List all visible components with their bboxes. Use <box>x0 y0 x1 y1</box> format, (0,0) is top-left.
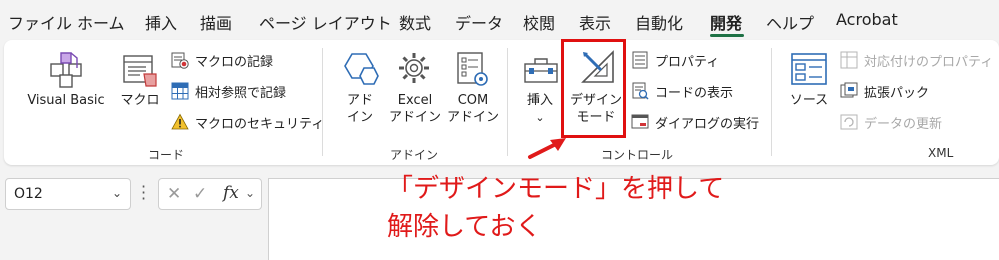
group-divider <box>771 48 772 156</box>
tab-view[interactable]: 表示 <box>579 10 611 34</box>
run-dialog-label: ダイアログの実行 <box>655 116 760 132</box>
chevron-down-icon[interactable]: ⌄ <box>112 186 122 200</box>
expansion-packs-button[interactable]: 拡張パック <box>840 80 929 102</box>
expansion-packs-icon <box>840 82 858 98</box>
insert-control-label: 挿入 <box>526 93 553 108</box>
design-mode-highlight <box>561 39 626 138</box>
group-label-addins: アドイン <box>390 148 439 162</box>
visual-basic-button[interactable]: Visual Basic <box>18 92 114 109</box>
chevron-down-icon[interactable]: ⌄ <box>245 186 255 200</box>
group-divider <box>507 48 508 156</box>
tab-developer[interactable]: 開発 <box>710 10 742 34</box>
tab-automate[interactable]: 自動化 <box>635 10 683 34</box>
visual-basic-label: Visual Basic <box>27 93 105 108</box>
refresh-data-label: データの更新 <box>864 116 943 132</box>
relative-reference-label: 相対参照で記録 <box>195 85 287 101</box>
group-label-code: コード <box>148 148 185 162</box>
view-code-button[interactable]: コードの表示 <box>631 80 733 102</box>
macro-icon <box>123 55 157 87</box>
xml-source-icon <box>791 53 827 85</box>
record-macro-label: マクロの記録 <box>195 54 274 70</box>
tab-help[interactable]: ヘルプ <box>766 10 814 34</box>
refresh-data-icon <box>840 114 858 130</box>
record-macro-icon <box>171 52 189 69</box>
map-properties-label: 対応付けのプロパティ <box>864 54 994 70</box>
name-box[interactable]: O12 ⌄ <box>5 178 131 210</box>
tab-review[interactable]: 校閲 <box>523 10 555 34</box>
relative-reference-button[interactable]: 相対参照で記録 <box>171 80 286 102</box>
macro-button[interactable]: マクロ <box>116 92 164 109</box>
more-options-icon[interactable]: · · · <box>141 179 146 207</box>
macro-security-label: マクロのセキュリティ <box>195 116 325 132</box>
tab-draw[interactable]: 描画 <box>200 10 232 34</box>
toolbox-icon <box>524 58 558 83</box>
annotation-arrow-icon <box>528 138 566 159</box>
formula-buttons: ✕ ✓ fx ⌄ <box>158 178 262 210</box>
tab-acrobat[interactable]: Acrobat <box>836 10 898 29</box>
expansion-packs-label: 拡張パック <box>864 85 930 101</box>
insert-control-button[interactable]: 挿入 ⌄ <box>520 92 560 126</box>
com-addin-icon <box>457 52 488 86</box>
addin-button[interactable]: アド イン <box>337 92 383 126</box>
annotation-text-line1: 「デザインモード」を押して <box>387 174 725 204</box>
tab-file[interactable]: ファイル <box>8 10 72 34</box>
com-addin-label-2: アドイン <box>446 110 499 125</box>
xml-source-label: ソース <box>789 93 829 108</box>
xml-source-button[interactable]: ソース <box>784 92 834 109</box>
tab-data[interactable]: データ <box>455 10 503 34</box>
properties-label: プロパティ <box>655 54 720 70</box>
run-dialog-button[interactable]: ダイアログの実行 <box>631 111 759 133</box>
macro-label: マクロ <box>120 93 160 108</box>
chevron-down-icon: ⌄ <box>535 111 545 124</box>
tab-page-layout[interactable]: ページ レイアウト <box>259 10 392 34</box>
warning-icon <box>171 113 189 130</box>
com-addin-label-1: COM <box>457 93 489 108</box>
addin-label-1: アド <box>346 93 373 108</box>
com-addin-button[interactable]: COM アドイン <box>445 92 501 126</box>
view-code-icon <box>632 82 649 100</box>
addin-icon <box>344 53 379 85</box>
excel-addin-button[interactable]: Excel アドイン <box>387 92 443 126</box>
macro-security-button[interactable]: マクロのセキュリティ <box>171 111 324 133</box>
ribbon-tabs: ファイル ホーム 挿入 描画 ページ レイアウト 数式 データ 校閲 表示 自動… <box>0 0 999 40</box>
view-code-label: コードの表示 <box>655 85 734 101</box>
properties-button[interactable]: プロパティ <box>631 49 719 71</box>
name-box-value: O12 <box>14 186 43 202</box>
addin-label-2: イン <box>346 110 373 125</box>
tab-insert[interactable]: 挿入 <box>145 10 177 34</box>
group-label-xml: XML <box>928 146 954 160</box>
group-divider <box>322 48 323 156</box>
record-macro-button[interactable]: マクロの記録 <box>171 49 273 71</box>
map-properties-icon <box>840 51 858 69</box>
properties-icon <box>632 51 648 69</box>
refresh-data-button[interactable]: データの更新 <box>840 111 942 133</box>
cancel-icon[interactable]: ✕ <box>167 184 181 204</box>
map-properties-button[interactable]: 対応付けのプロパティ <box>840 49 993 71</box>
visual-basic-icon <box>50 52 82 88</box>
excel-addin-label-1: Excel <box>397 93 433 108</box>
active-tab-indicator <box>710 34 744 37</box>
enter-icon[interactable]: ✓ <box>193 184 207 204</box>
group-label-controls: コントロール <box>601 148 674 162</box>
relative-reference-icon <box>171 82 189 100</box>
ribbon-panel: Visual Basic マクロ マクロの記録 相対参照で記録 マクロのセキュリ… <box>4 40 999 165</box>
tab-home[interactable]: ホーム <box>77 10 125 34</box>
gear-icon <box>399 53 429 83</box>
run-dialog-icon <box>631 114 649 129</box>
annotation-text-line2: 解除しておく <box>387 212 542 242</box>
excel-addin-label-2: アドイン <box>388 110 441 125</box>
insert-function-icon[interactable]: fx <box>223 183 239 203</box>
tab-formulas[interactable]: 数式 <box>399 10 431 34</box>
